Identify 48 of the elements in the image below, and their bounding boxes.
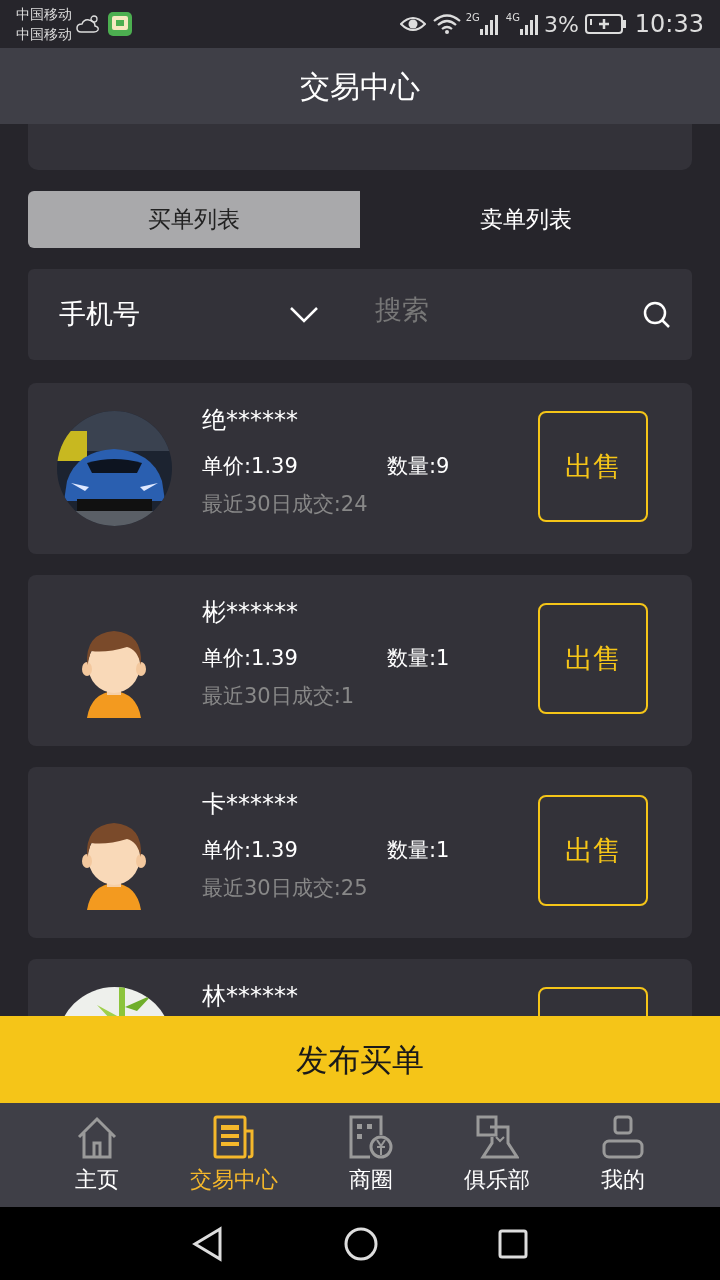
building-coin-icon xyxy=(347,1114,394,1159)
nav-tab[interactable]: 我的 xyxy=(600,1114,645,1196)
cloud-icon xyxy=(76,14,100,34)
network-label: 2G xyxy=(465,11,480,25)
recents-icon[interactable] xyxy=(498,1228,528,1259)
unit-price: 单价:1.39 xyxy=(202,453,299,480)
network-label: 4G xyxy=(505,11,520,25)
carrier-label: 中国移动 xyxy=(16,5,72,24)
quantity: 数量:1 xyxy=(387,837,450,864)
home-circle-icon[interactable] xyxy=(344,1226,378,1261)
eye-icon xyxy=(399,14,426,34)
clock: 10:33 xyxy=(634,9,704,40)
battery-percent: 3% xyxy=(543,10,579,39)
quantity: 数量:9 xyxy=(387,453,450,480)
wifi-icon xyxy=(431,13,462,35)
sell-button[interactable]: 出售 xyxy=(538,411,648,522)
nav-tab[interactable]: 俱乐部 xyxy=(464,1114,531,1196)
publish-button[interactable]: 发布买单 xyxy=(0,1016,720,1103)
search-icon[interactable] xyxy=(642,299,672,330)
signal-icon xyxy=(519,13,540,35)
search-field[interactable]: 搜索 xyxy=(375,290,642,331)
hourglass-icon xyxy=(475,1114,520,1159)
nav-tab[interactable]: 商圈 xyxy=(347,1114,394,1196)
user-icon xyxy=(600,1114,645,1159)
app-icon xyxy=(108,12,132,36)
sell-button[interactable]: 出售 xyxy=(538,603,648,714)
sell-button[interactable]: 出售 xyxy=(538,795,648,906)
signal-icon xyxy=(479,13,500,35)
user-name: 彬****** xyxy=(202,597,299,628)
list-tab[interactable]: 买单列表 xyxy=(28,191,360,248)
quantity: 数量:1 xyxy=(387,645,450,672)
chevron-down-icon xyxy=(289,305,319,324)
carrier-label: 中国移动 xyxy=(16,25,72,44)
page-title: 交易中心 xyxy=(300,67,420,106)
nav-tab[interactable]: 主页 xyxy=(75,1114,120,1196)
user-name: 卡****** xyxy=(202,789,299,820)
recent-deals: 最近30日成交:25 xyxy=(202,874,369,902)
back-icon[interactable] xyxy=(192,1225,224,1262)
recent-deals: 最近30日成交:24 xyxy=(202,490,369,518)
user-name: 绝****** xyxy=(202,405,299,436)
recent-deals: 最近30日成交:1 xyxy=(202,682,356,710)
nav-tab[interactable]: 交易中心 xyxy=(189,1114,278,1196)
unit-price: 单价:1.39 xyxy=(202,837,299,864)
filter-dropdown[interactable]: 手机号 xyxy=(59,294,319,335)
user-name: 林****** xyxy=(202,981,299,1012)
battery-icon xyxy=(584,14,627,34)
unit-price: 单价:1.39 xyxy=(202,645,299,672)
document-icon xyxy=(211,1114,256,1159)
